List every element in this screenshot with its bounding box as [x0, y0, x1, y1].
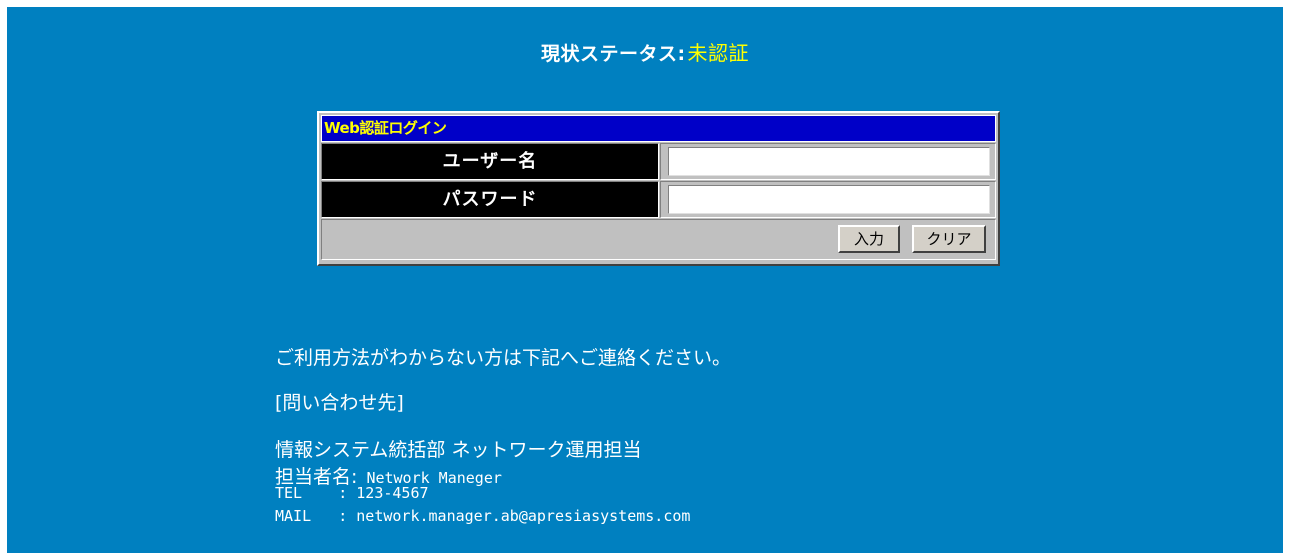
password-input[interactable] — [668, 185, 990, 214]
button-bar: 入力 クリア — [321, 219, 996, 260]
login-form-title: Web認証ログイン — [321, 115, 996, 142]
auth-page-panel: 現状ステータス: 未認証 Web認証ログイン ユーザー名 パスワード 入力 クリア… — [7, 7, 1283, 553]
contact-tel: TEL : 123-4567 — [275, 484, 429, 502]
contact-heading: [問い合わせ先] — [275, 392, 404, 414]
status-line: 現状ステータス: 未認証 — [7, 37, 1283, 66]
clear-button[interactable]: クリア — [912, 225, 986, 253]
page: 現状ステータス: 未認証 Web認証ログイン ユーザー名 パスワード 入力 クリア… — [0, 0, 1290, 557]
password-label: パスワード — [321, 181, 659, 218]
status-label: 現状ステータス: — [540, 43, 686, 65]
username-label: ユーザー名 — [321, 143, 659, 180]
contact-department: 情報システム統括部 ネットワーク運用担当 — [275, 439, 642, 461]
status-value: 未認証 — [687, 41, 750, 65]
password-cell — [660, 181, 996, 218]
username-cell — [660, 143, 996, 180]
submit-button[interactable]: 入力 — [838, 225, 900, 253]
contact-mail: MAIL : network.manager.ab@apresiasystems… — [275, 507, 691, 525]
usage-guide-text: ご利用方法がわからない方は下記へご連絡ください。 — [275, 347, 732, 369]
username-input[interactable] — [668, 147, 990, 176]
login-form: Web認証ログイン ユーザー名 パスワード 入力 クリア — [317, 111, 1000, 266]
